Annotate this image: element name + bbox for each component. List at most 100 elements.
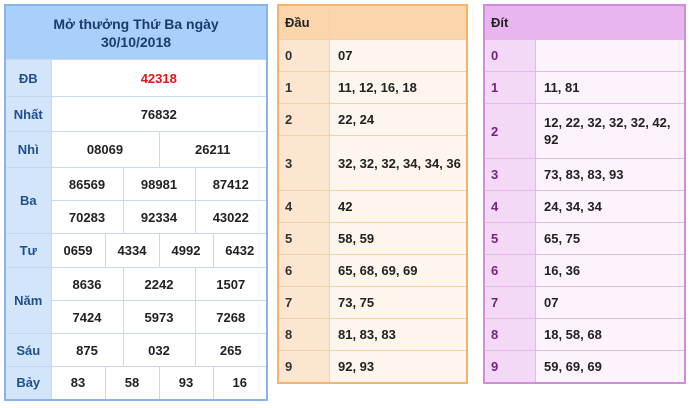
digit-key: 1 <box>483 71 536 104</box>
results-date: 30/10/2018 <box>100 33 172 50</box>
fifth-prize-label: Năm <box>4 267 52 334</box>
prize-value: 1507 <box>194 267 268 301</box>
digit-values: 07 <box>535 286 686 319</box>
table-row: 8 18, 58, 68 <box>483 318 686 351</box>
prize-value: 70283 <box>50 200 124 234</box>
tail-digit-header: Đít <box>483 4 536 40</box>
table-row: 6 16, 36 <box>483 254 686 287</box>
sixth-prize-label: Sáu <box>4 333 52 367</box>
digit-key: 4 <box>277 190 330 223</box>
digit-values: 58, 59 <box>329 222 468 255</box>
prize-value: 8636 <box>50 267 124 301</box>
digit-values: 24, 34, 34 <box>535 190 686 223</box>
digit-values: 81, 83, 83 <box>329 318 468 351</box>
digit-values: 59, 69, 69 <box>535 350 686 383</box>
digit-values: 73, 83, 83, 93 <box>535 158 686 191</box>
table-row: 6 65, 68, 69, 69 <box>277 254 468 287</box>
seventh-prize-label: Bảy <box>4 366 52 400</box>
third-prize-row: Ba 86569 98981 87412 <box>4 167 268 234</box>
digit-values: 07 <box>329 39 468 72</box>
digit-values <box>535 39 686 72</box>
digit-key: 6 <box>483 254 536 287</box>
digit-values: 32, 32, 32, 34, 34, 36 <box>329 135 468 191</box>
third-prize-label: Ba <box>4 167 52 234</box>
prize-value: 08069 <box>50 131 160 168</box>
fifth-prize-row: Năm 8636 2242 1507 <box>4 267 268 334</box>
table-row: 3 73, 83, 83, 93 <box>483 158 686 191</box>
prize-value: 43022 <box>194 200 268 234</box>
digit-key: 0 <box>277 39 330 72</box>
digit-key: 9 <box>277 350 330 383</box>
digit-key: 9 <box>483 350 536 383</box>
prize-value: 86569 <box>50 167 124 201</box>
digit-key: 2 <box>483 103 536 159</box>
digit-key: 6 <box>277 254 330 287</box>
prize-value: 875 <box>50 333 124 367</box>
fourth-prize-label: Tư <box>4 233 52 268</box>
head-digit-header-blank <box>329 4 468 40</box>
table-row: 4 24, 34, 34 <box>483 190 686 223</box>
table-row: 1 11, 12, 16, 18 <box>277 71 468 104</box>
table-row: 9 59, 69, 69 <box>483 350 686 383</box>
digit-values: 92, 93 <box>329 350 468 383</box>
prize-value: 7268 <box>194 300 268 334</box>
prize-value: 032 <box>122 333 196 367</box>
digit-key: 7 <box>483 286 536 319</box>
special-prize-row: ĐB 42318 <box>4 59 268 97</box>
prize-value: 98981 <box>122 167 196 201</box>
table-row: 5 65, 75 <box>483 222 686 255</box>
special-prize-value: 42318 <box>50 59 268 97</box>
digit-key: 5 <box>483 222 536 255</box>
results-title-line1: Mở thưởng Thứ Ba ngày <box>53 15 219 32</box>
second-prize-label: Nhì <box>4 131 52 168</box>
prize-value: 83 <box>50 366 106 400</box>
table-row: 0 <box>483 39 686 72</box>
prize-value: 93 <box>158 366 214 400</box>
prize-value: 5973 <box>122 300 196 334</box>
digit-values: 73, 75 <box>329 286 468 319</box>
table-row: 8 81, 83, 83 <box>277 318 468 351</box>
second-prize-row: Nhì 08069 26211 <box>4 131 268 168</box>
prize-value: 92334 <box>122 200 196 234</box>
digit-key: 7 <box>277 286 330 319</box>
digit-key: 8 <box>277 318 330 351</box>
sixth-prize-row: Sáu 875 032 265 <box>4 333 268 367</box>
table-row: 1 11, 81 <box>483 71 686 104</box>
digit-values: 18, 58, 68 <box>535 318 686 351</box>
table-row: 5 58, 59 <box>277 222 468 255</box>
first-prize-value: 76832 <box>50 96 268 132</box>
prize-value: 4334 <box>104 233 160 268</box>
digit-values: 65, 68, 69, 69 <box>329 254 468 287</box>
first-prize-label: Nhất <box>4 96 52 132</box>
table-row: 7 73, 75 <box>277 286 468 319</box>
lottery-results-table: Mở thưởng Thứ Ba ngày 30/10/2018 ĐB 4231… <box>4 4 269 401</box>
digit-values: 11, 12, 16, 18 <box>329 71 468 104</box>
prize-value: 2242 <box>122 267 196 301</box>
head-digit-table: Đầu 0 07 1 11, 12, 16, 18 2 22, 24 3 32,… <box>277 4 468 384</box>
digit-key: 2 <box>277 103 330 136</box>
prize-value: 7424 <box>50 300 124 334</box>
results-title: Mở thưởng Thứ Ba ngày 30/10/2018 <box>4 4 268 60</box>
digit-key: 3 <box>277 135 330 191</box>
digit-values: 22, 24 <box>329 103 468 136</box>
digit-key: 1 <box>277 71 330 104</box>
digit-key: 5 <box>277 222 330 255</box>
table-row: 4 42 <box>277 190 468 223</box>
digit-values: 42 <box>329 190 468 223</box>
table-row: 2 22, 24 <box>277 103 468 136</box>
prize-value: 87412 <box>194 167 268 201</box>
prize-value: 0659 <box>50 233 106 268</box>
digit-key: 8 <box>483 318 536 351</box>
digit-values: 11, 81 <box>535 71 686 104</box>
prize-value: 26211 <box>158 131 268 168</box>
prize-value: 16 <box>212 366 268 400</box>
digit-values: 16, 36 <box>535 254 686 287</box>
special-prize-label: ĐB <box>4 59 52 97</box>
head-digit-header: Đầu <box>277 4 330 40</box>
prize-value: 58 <box>104 366 160 400</box>
digit-key: 4 <box>483 190 536 223</box>
table-row: 2 12, 22, 32, 32, 32, 42, 92 <box>483 103 686 159</box>
table-row: 3 32, 32, 32, 34, 34, 36 <box>277 135 468 191</box>
table-row: 0 07 <box>277 39 468 72</box>
tail-digit-table: Đít 0 1 11, 81 2 12, 22, 32, 32, 32, 42,… <box>483 4 686 384</box>
